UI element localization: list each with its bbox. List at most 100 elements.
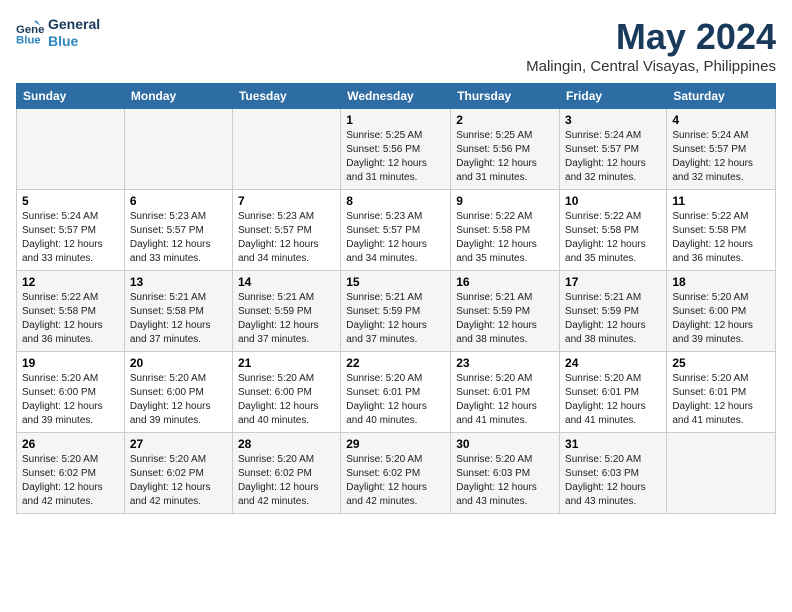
day-number: 28 (238, 437, 335, 451)
day-cell (667, 433, 776, 514)
day-info: Sunrise: 5:20 AM Sunset: 6:02 PM Dayligh… (22, 453, 119, 509)
header-cell-thursday: Thursday (451, 84, 560, 109)
day-cell: 31 Sunrise: 5:20 AM Sunset: 6:03 PM Dayli… (560, 433, 667, 514)
header-cell-sunday: Sunday (17, 84, 125, 109)
day-number: 1 (346, 113, 445, 127)
header: General Blue General Blue May 2024 Malin… (16, 16, 776, 75)
day-number: 14 (238, 275, 335, 289)
header-cell-friday: Friday (560, 84, 667, 109)
day-number: 22 (346, 356, 445, 370)
week-row-2: 5Sunrise: 5:24 AM Sunset: 5:57 PM Daylig… (17, 190, 776, 271)
header-cell-monday: Monday (124, 84, 232, 109)
day-number: 9 (456, 194, 554, 208)
day-number: 27 (130, 437, 227, 451)
day-cell: 11Sunrise: 5:22 AM Sunset: 5:58 PM Dayli… (667, 190, 776, 271)
day-number: 17 (565, 275, 661, 289)
header-cell-wednesday: Wednesday (341, 84, 451, 109)
day-number: 30 (456, 437, 554, 451)
day-cell (124, 109, 232, 190)
subtitle: Malingin, Central Visayas, Philippines (526, 58, 776, 75)
day-info: Sunrise: 5:22 AM Sunset: 5:58 PM Dayligh… (22, 291, 119, 347)
day-info: Sunrise: 5:20 AM Sunset: 6:01 PM Dayligh… (456, 372, 554, 428)
day-info: Sunrise: 5:20 AM Sunset: 6:00 PM Dayligh… (130, 372, 227, 428)
week-row-4: 19Sunrise: 5:20 AM Sunset: 6:00 PM Dayli… (17, 352, 776, 433)
day-info: Sunrise: 5:23 AM Sunset: 5:57 PM Dayligh… (346, 210, 445, 266)
week-row-3: 12 Sunrise: 5:22 AM Sunset: 5:58 PM Dayli… (17, 271, 776, 352)
day-number: 7 (238, 194, 335, 208)
day-number: 24 (565, 356, 661, 370)
day-number: 16 (456, 275, 554, 289)
header-cell-saturday: Saturday (667, 84, 776, 109)
day-cell: 12 Sunrise: 5:22 AM Sunset: 5:58 PM Dayli… (17, 271, 125, 352)
day-cell: 19Sunrise: 5:20 AM Sunset: 6:00 PM Dayli… (17, 352, 125, 433)
day-number: 5 (22, 194, 119, 208)
day-info: Sunrise: 5:22 AM Sunset: 5:58 PM Dayligh… (456, 210, 554, 266)
day-info: Sunrise: 5:20 AM Sunset: 6:00 PM Dayligh… (22, 372, 119, 428)
day-cell: 24 Sunrise: 5:20 AM Sunset: 6:01 PM Dayli… (560, 352, 667, 433)
day-cell: 7 Sunrise: 5:23 AM Sunset: 5:57 PM Daylig… (232, 190, 340, 271)
day-info: Sunrise: 5:24 AM Sunset: 5:57 PM Dayligh… (672, 129, 770, 185)
day-number: 18 (672, 275, 770, 289)
logo: General Blue General Blue (16, 16, 100, 50)
day-cell: 6 Sunrise: 5:23 AM Sunset: 5:57 PM Daylig… (124, 190, 232, 271)
day-cell: 29 Sunrise: 5:20 AM Sunset: 6:02 PM Dayli… (341, 433, 451, 514)
day-cell: 4Sunrise: 5:24 AM Sunset: 5:57 PM Daylig… (667, 109, 776, 190)
day-info: Sunrise: 5:20 AM Sunset: 6:01 PM Dayligh… (672, 372, 770, 428)
day-cell: 21Sunrise: 5:20 AM Sunset: 6:00 PM Dayli… (232, 352, 340, 433)
day-cell: 3Sunrise: 5:24 AM Sunset: 5:57 PM Daylig… (560, 109, 667, 190)
week-row-1: 1 Sunrise: 5:25 AM Sunset: 5:56 PM Daylig… (17, 109, 776, 190)
day-info: Sunrise: 5:21 AM Sunset: 5:59 PM Dayligh… (565, 291, 661, 347)
day-info: Sunrise: 5:23 AM Sunset: 5:57 PM Dayligh… (130, 210, 227, 266)
day-cell: 20 Sunrise: 5:20 AM Sunset: 6:00 PM Dayli… (124, 352, 232, 433)
day-number: 20 (130, 356, 227, 370)
day-info: Sunrise: 5:22 AM Sunset: 5:58 PM Dayligh… (672, 210, 770, 266)
day-cell: 15Sunrise: 5:21 AM Sunset: 5:59 PM Dayli… (341, 271, 451, 352)
day-cell: 23Sunrise: 5:20 AM Sunset: 6:01 PM Dayli… (451, 352, 560, 433)
day-number: 6 (130, 194, 227, 208)
day-cell: 10Sunrise: 5:22 AM Sunset: 5:58 PM Dayli… (560, 190, 667, 271)
title-area: May 2024 Malingin, Central Visayas, Phil… (526, 16, 776, 75)
day-number: 25 (672, 356, 770, 370)
day-info: Sunrise: 5:20 AM Sunset: 6:01 PM Dayligh… (565, 372, 661, 428)
day-cell: 8 Sunrise: 5:23 AM Sunset: 5:57 PM Daylig… (341, 190, 451, 271)
logo-icon: General Blue (16, 19, 44, 47)
day-info: Sunrise: 5:22 AM Sunset: 5:58 PM Dayligh… (565, 210, 661, 266)
day-cell: 5Sunrise: 5:24 AM Sunset: 5:57 PM Daylig… (17, 190, 125, 271)
day-info: Sunrise: 5:23 AM Sunset: 5:57 PM Dayligh… (238, 210, 335, 266)
day-info: Sunrise: 5:21 AM Sunset: 5:59 PM Dayligh… (456, 291, 554, 347)
week-row-5: 26Sunrise: 5:20 AM Sunset: 6:02 PM Dayli… (17, 433, 776, 514)
day-cell: 25 Sunrise: 5:20 AM Sunset: 6:01 PM Dayli… (667, 352, 776, 433)
day-cell: 13Sunrise: 5:21 AM Sunset: 5:58 PM Dayli… (124, 271, 232, 352)
day-info: Sunrise: 5:21 AM Sunset: 5:59 PM Dayligh… (238, 291, 335, 347)
day-info: Sunrise: 5:21 AM Sunset: 5:58 PM Dayligh… (130, 291, 227, 347)
day-number: 31 (565, 437, 661, 451)
day-number: 12 (22, 275, 119, 289)
day-cell (17, 109, 125, 190)
day-info: Sunrise: 5:25 AM Sunset: 5:56 PM Dayligh… (346, 129, 445, 185)
day-number: 8 (346, 194, 445, 208)
day-info: Sunrise: 5:21 AM Sunset: 5:59 PM Dayligh… (346, 291, 445, 347)
day-cell: 28Sunrise: 5:20 AM Sunset: 6:02 PM Dayli… (232, 433, 340, 514)
day-cell: 30 Sunrise: 5:20 AM Sunset: 6:03 PM Dayli… (451, 433, 560, 514)
day-number: 29 (346, 437, 445, 451)
day-info: Sunrise: 5:20 AM Sunset: 6:03 PM Dayligh… (565, 453, 661, 509)
header-cell-tuesday: Tuesday (232, 84, 340, 109)
day-cell (232, 109, 340, 190)
day-cell: 16 Sunrise: 5:21 AM Sunset: 5:59 PM Dayli… (451, 271, 560, 352)
logo-line1: General (48, 16, 100, 33)
calendar-body: 1 Sunrise: 5:25 AM Sunset: 5:56 PM Daylig… (17, 109, 776, 514)
day-cell: 9 Sunrise: 5:22 AM Sunset: 5:58 PM Daylig… (451, 190, 560, 271)
day-info: Sunrise: 5:20 AM Sunset: 6:02 PM Dayligh… (130, 453, 227, 509)
calendar-header: SundayMondayTuesdayWednesdayThursdayFrid… (17, 84, 776, 109)
main-title: May 2024 (526, 16, 776, 58)
day-info: Sunrise: 5:20 AM Sunset: 6:00 PM Dayligh… (238, 372, 335, 428)
day-info: Sunrise: 5:20 AM Sunset: 6:02 PM Dayligh… (346, 453, 445, 509)
day-cell: 27 Sunrise: 5:20 AM Sunset: 6:02 PM Dayli… (124, 433, 232, 514)
day-info: Sunrise: 5:20 AM Sunset: 6:03 PM Dayligh… (456, 453, 554, 509)
day-cell: 2Sunrise: 5:25 AM Sunset: 5:56 PM Daylig… (451, 109, 560, 190)
day-cell: 26Sunrise: 5:20 AM Sunset: 6:02 PM Dayli… (17, 433, 125, 514)
day-cell: 22Sunrise: 5:20 AM Sunset: 6:01 PM Dayli… (341, 352, 451, 433)
day-info: Sunrise: 5:25 AM Sunset: 5:56 PM Dayligh… (456, 129, 554, 185)
day-cell: 18Sunrise: 5:20 AM Sunset: 6:00 PM Dayli… (667, 271, 776, 352)
calendar-table: SundayMondayTuesdayWednesdayThursdayFrid… (16, 83, 776, 514)
